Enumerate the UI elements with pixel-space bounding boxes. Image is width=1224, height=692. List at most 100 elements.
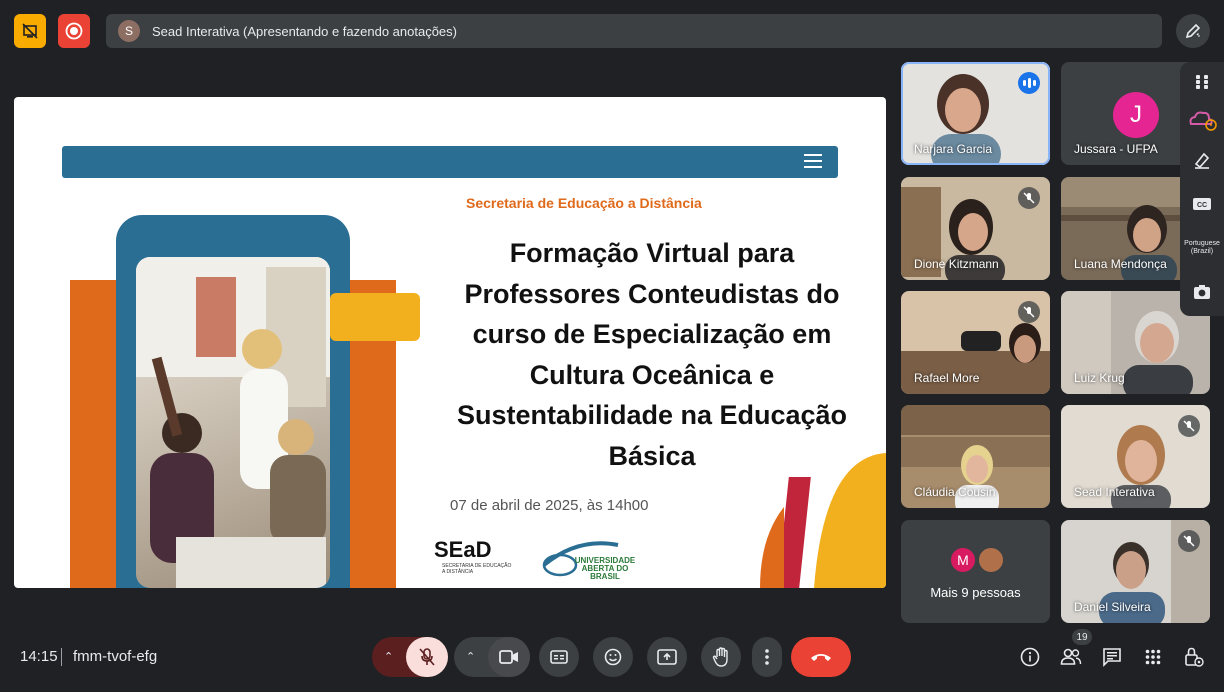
mic-off-icon: [419, 648, 435, 666]
slide-decoration-bars: [760, 453, 886, 588]
participant-name: Dione Kitzmann: [914, 257, 999, 271]
screenshot-button[interactable]: [1180, 272, 1224, 312]
no-screen-icon: [22, 23, 38, 39]
grid-view-button[interactable]: [1180, 62, 1224, 102]
sead-logo: SEaD: [434, 537, 492, 562]
info-icon: [1020, 647, 1040, 667]
participant-tile[interactable]: Daniel Silveira: [1061, 520, 1210, 623]
captions-button[interactable]: [539, 637, 579, 677]
camera-snapshot-icon: [1193, 284, 1211, 300]
slide-photo: [136, 257, 330, 588]
participant-avatar-photo: [977, 546, 1005, 574]
slide-title-line: Cultura Oceânica e: [529, 359, 775, 390]
participant-count-badge: 19: [1072, 629, 1092, 645]
participant-name: Jussara - UFPA: [1074, 142, 1158, 156]
chat-icon: [1102, 647, 1122, 667]
slide-title-line: curso de Especialização em: [472, 319, 832, 349]
participant-name: Luana Mendonça: [1074, 257, 1167, 271]
slide-date: 07 de abril de 2025, às 14h00: [450, 497, 649, 514]
stop-sharing-button[interactable]: [14, 14, 46, 48]
participant-name: Cláudia Cousin: [914, 485, 996, 499]
slide-title: Formação Virtual para Professores Conteu…: [434, 233, 870, 476]
annotate-side-button[interactable]: [1180, 140, 1224, 180]
host-controls-button[interactable]: [1182, 645, 1206, 669]
camera-control[interactable]: ⌃: [454, 637, 530, 677]
more-options-button[interactable]: [752, 637, 782, 677]
weather-widget-button[interactable]: [1180, 100, 1224, 140]
participant-name: Sead Interativa: [1074, 485, 1155, 499]
mic-off-icon: [1018, 187, 1040, 209]
meeting-info-button[interactable]: [1018, 645, 1042, 669]
slide-title-line: Sustentabilidade na Educação: [456, 400, 848, 430]
divider: [61, 648, 62, 666]
shared-slide: Secretaria de Educação a Distância Forma…: [14, 97, 886, 588]
call-end-icon: [810, 652, 832, 662]
leave-call-button[interactable]: [791, 637, 851, 677]
participant-tile[interactable]: Sead Interativa: [1061, 405, 1210, 508]
meeting-code: fmm-tvof-efg: [73, 648, 158, 665]
people-button[interactable]: [1059, 645, 1083, 669]
participant-avatar: M: [949, 546, 977, 574]
apps-icon: [1145, 649, 1161, 665]
participant-tile[interactable]: Rafael More: [901, 291, 1050, 394]
more-participants-tile[interactable]: M Mais 9 pessoas: [901, 520, 1050, 623]
annotate-button[interactable]: [1176, 14, 1210, 48]
mic-off-icon: [1018, 301, 1040, 323]
participant-name: Rafael More: [914, 371, 980, 385]
caption-language: Portuguese (Brazil): [1184, 240, 1220, 255]
participant-name: Luiz Krug: [1074, 371, 1125, 385]
participant-tile[interactable]: Cláudia Cousin: [901, 405, 1050, 508]
slide-title-line: Formação Virtual para: [509, 238, 795, 268]
sead-logo-subtitle: SECRETARIA DE EDUCAÇÃO A DISTÂNCIA: [442, 563, 512, 575]
participant-name: Daniel Silveira: [1074, 600, 1151, 614]
top-bar: S Sead Interativa (Apresentando e fazend…: [14, 14, 1210, 48]
recording-button[interactable]: [58, 14, 90, 48]
mic-off-icon: [1178, 530, 1200, 552]
svg-text:CC: CC: [1197, 202, 1207, 209]
mic-off-icon: [1178, 415, 1200, 437]
chevron-up-icon[interactable]: ⌃: [466, 650, 475, 663]
mic-toggle-button[interactable]: [406, 637, 448, 677]
marker-icon: [1192, 150, 1212, 170]
hamburger-menu-icon: [804, 154, 822, 170]
more-vert-icon: [765, 649, 769, 665]
host-controls-icon: [1184, 647, 1204, 667]
slide-title-line: Professores Conteudistas do: [464, 278, 840, 309]
activities-button[interactable]: [1141, 645, 1165, 669]
camera-toggle-button[interactable]: [488, 637, 530, 677]
chat-button[interactable]: [1100, 645, 1124, 669]
slide-header-bar: [62, 146, 838, 178]
captions-icon: [550, 650, 568, 664]
slide-decoration-orange: [70, 280, 118, 588]
hand-raise-icon: [712, 647, 730, 667]
participant-name: Narjara Garcia: [914, 142, 993, 156]
participant-tile[interactable]: Narjara Garcia: [901, 62, 1050, 165]
present-icon: [657, 649, 677, 665]
captions-side-button[interactable]: CC: [1180, 184, 1224, 224]
meeting-time: 14:15: [20, 648, 58, 665]
grid-icon: [1194, 74, 1210, 90]
record-icon: [65, 22, 83, 40]
cc-icon: CC: [1192, 197, 1212, 211]
raise-hand-button[interactable]: [701, 637, 741, 677]
slide-decoration-yellow: [330, 293, 420, 341]
more-participants-label: Mais 9 pessoas: [930, 585, 1021, 600]
reactions-button[interactable]: [593, 637, 633, 677]
cloud-weather-icon: [1187, 108, 1217, 132]
participant-avatar: J: [1113, 92, 1159, 138]
side-toolbar: CC Portuguese (Brazil): [1180, 62, 1224, 316]
edit-pencil-icon: [1184, 22, 1202, 40]
speaking-indicator-icon: [1018, 72, 1040, 94]
chevron-up-icon[interactable]: ⌃: [384, 650, 393, 663]
microphone-control[interactable]: ⌃: [372, 637, 448, 677]
participant-tile[interactable]: Dione Kitzmann: [901, 177, 1050, 280]
uab-logo-text: UNIVERSIDADE ABERTA DO BRASIL: [574, 556, 636, 581]
people-icon: [1060, 648, 1082, 666]
camera-icon: [499, 650, 519, 664]
presenting-banner: S Sead Interativa (Apresentando e fazend…: [106, 14, 1162, 48]
slide-organization: Secretaria de Educação a Distância: [466, 195, 702, 211]
presenting-text: Sead Interativa (Apresentando e fazendo …: [152, 23, 457, 39]
presenter-avatar: S: [118, 20, 140, 42]
emoji-icon: [604, 648, 622, 666]
present-button[interactable]: [647, 637, 687, 677]
